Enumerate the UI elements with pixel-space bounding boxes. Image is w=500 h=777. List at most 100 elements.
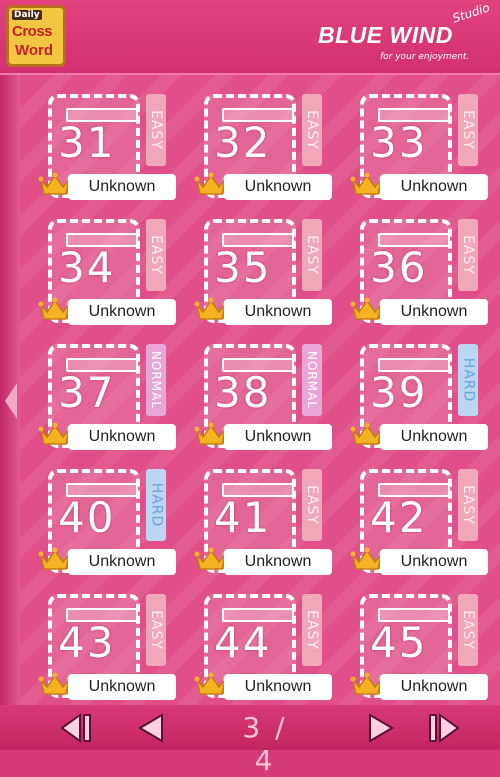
crown-icon	[350, 547, 384, 570]
difficulty-badge: EASY	[458, 94, 478, 166]
puzzle-status: Unknown	[68, 299, 176, 325]
puzzle-tile[interactable]: 41 EASY Unknown	[194, 467, 352, 582]
difficulty-label: NORMAL	[149, 350, 164, 410]
logo-cross-text: Cross	[12, 23, 53, 40]
crown-icon	[350, 422, 384, 445]
puzzle-number: 32	[214, 118, 272, 167]
puzzle-status: Unknown	[224, 674, 332, 700]
crown-icon	[38, 297, 72, 320]
puzzle-tile[interactable]: 39 HARD Unknown	[350, 342, 500, 457]
puzzle-status: Unknown	[68, 549, 176, 575]
puzzle-tile[interactable]: 40 HARD Unknown	[38, 467, 196, 582]
crown-icon	[350, 297, 384, 320]
puzzle-status: Unknown	[224, 299, 332, 325]
difficulty-badge: EASY	[458, 219, 478, 291]
puzzle-number: 31	[58, 118, 116, 167]
difficulty-badge: EASY	[302, 469, 322, 541]
puzzle-status: Unknown	[68, 174, 176, 200]
difficulty-badge: EASY	[146, 219, 166, 291]
puzzle-number: 33	[370, 118, 428, 167]
puzzle-status: Unknown	[380, 174, 488, 200]
puzzle-number: 38	[214, 368, 272, 417]
puzzle-status: Unknown	[380, 674, 488, 700]
puzzle-status: Unknown	[224, 549, 332, 575]
difficulty-label: EASY	[148, 610, 164, 650]
crown-icon	[194, 422, 228, 445]
brand-logo: BLUE WIND	[318, 22, 453, 48]
crown-icon	[350, 672, 384, 695]
difficulty-label: EASY	[304, 485, 320, 525]
puzzle-tile[interactable]: 37 NORMAL Unknown	[38, 342, 196, 457]
puzzle-tile[interactable]: 43 EASY Unknown	[38, 592, 196, 707]
difficulty-badge: EASY	[302, 94, 322, 166]
difficulty-badge: NORMAL	[302, 344, 322, 416]
page-indicator: 3 / 4	[242, 711, 288, 777]
difficulty-label: NORMAL	[305, 350, 320, 410]
puzzle-status: Unknown	[380, 299, 488, 325]
difficulty-label: EASY	[460, 235, 476, 275]
difficulty-label: EASY	[304, 235, 320, 275]
puzzle-status: Unknown	[380, 549, 488, 575]
crown-icon	[38, 547, 72, 570]
difficulty-badge: EASY	[146, 94, 166, 166]
side-prev-arrow-icon[interactable]	[5, 383, 17, 419]
puzzle-number: 40	[58, 493, 116, 542]
difficulty-badge: HARD	[146, 469, 166, 541]
crown-icon	[38, 672, 72, 695]
crown-icon	[194, 297, 228, 320]
logo-word-text: Word	[15, 42, 54, 59]
puzzle-status: Unknown	[68, 674, 176, 700]
difficulty-label: EASY	[148, 235, 164, 275]
puzzle-number: 37	[58, 368, 116, 417]
difficulty-label: HARD	[460, 357, 476, 403]
puzzle-number: 42	[370, 493, 428, 542]
puzzle-tile[interactable]: 38 NORMAL Unknown	[194, 342, 352, 457]
first-page-icon[interactable]	[58, 711, 102, 745]
puzzle-number: 45	[370, 618, 428, 667]
difficulty-badge: HARD	[458, 344, 478, 416]
puzzle-tile[interactable]: 31 EASY Unknown	[38, 92, 196, 207]
difficulty-badge: NORMAL	[146, 344, 166, 416]
puzzle-number: 44	[214, 618, 272, 667]
difficulty-label: EASY	[460, 110, 476, 150]
puzzle-tile[interactable]: 36 EASY Unknown	[350, 217, 500, 332]
puzzle-tile[interactable]: 33 EASY Unknown	[350, 92, 500, 207]
difficulty-badge: EASY	[458, 594, 478, 666]
difficulty-badge: EASY	[302, 219, 322, 291]
difficulty-label: EASY	[460, 485, 476, 525]
puzzle-number: 39	[370, 368, 428, 417]
puzzle-number: 43	[58, 618, 116, 667]
prev-page-icon[interactable]	[128, 711, 172, 745]
puzzle-tile[interactable]: 42 EASY Unknown	[350, 467, 500, 582]
difficulty-badge: EASY	[146, 594, 166, 666]
crown-icon	[38, 172, 72, 195]
difficulty-label: EASY	[148, 110, 164, 150]
difficulty-badge: EASY	[458, 469, 478, 541]
app-logo: Daily Cross Word	[6, 5, 66, 67]
difficulty-badge: EASY	[302, 594, 322, 666]
pagination-bar: 3 / 4	[0, 705, 500, 777]
puzzle-tile[interactable]: 45 EASY Unknown	[350, 592, 500, 707]
puzzle-tile[interactable]: 32 EASY Unknown	[194, 92, 352, 207]
crown-icon	[194, 672, 228, 695]
puzzle-tile[interactable]: 44 EASY Unknown	[194, 592, 352, 707]
puzzle-status: Unknown	[224, 424, 332, 450]
puzzle-number: 36	[370, 243, 428, 292]
difficulty-label: EASY	[304, 110, 320, 150]
last-page-icon[interactable]	[420, 711, 464, 745]
crown-icon	[350, 172, 384, 195]
brand-studio: Studio	[450, 0, 492, 26]
difficulty-label: EASY	[460, 610, 476, 650]
puzzle-number: 34	[58, 243, 116, 292]
puzzle-status: Unknown	[224, 174, 332, 200]
crown-icon	[194, 172, 228, 195]
next-page-icon[interactable]	[360, 711, 404, 745]
puzzle-number: 41	[214, 493, 272, 542]
puzzle-tile[interactable]: 35 EASY Unknown	[194, 217, 352, 332]
puzzle-tile[interactable]: 34 EASY Unknown	[38, 217, 196, 332]
logo-daily-text: Daily	[12, 10, 42, 20]
puzzle-status: Unknown	[68, 424, 176, 450]
app-header: Daily Cross Word BLUE WIND Studio for yo…	[0, 0, 500, 75]
crown-icon	[38, 422, 72, 445]
brand-tagline: for your enjoyment.	[380, 52, 470, 62]
